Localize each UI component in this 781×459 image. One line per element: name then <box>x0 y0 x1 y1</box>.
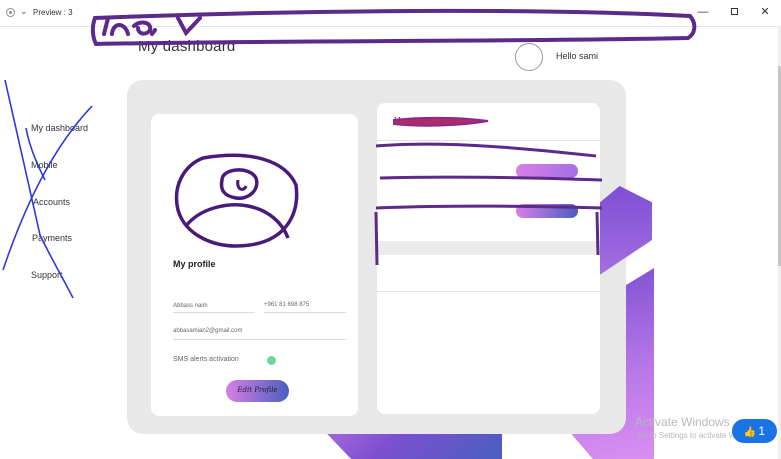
sidebar-item-payments[interactable]: Payments <box>32 233 72 243</box>
sidebar-item-support[interactable]: Support <box>31 270 63 280</box>
services-card <box>377 103 600 414</box>
avatar[interactable] <box>515 43 543 71</box>
field-underline <box>264 312 346 313</box>
thumbs-up-icon: 👍 <box>743 427 757 438</box>
field-underline <box>173 312 255 313</box>
user-greeting: Hello sami <box>556 51 599 61</box>
sidebar-item-accounts[interactable]: Accounts <box>33 197 70 207</box>
like-count: 1 <box>758 424 766 438</box>
window-title: Preview : 3 <box>33 8 73 17</box>
app-icon <box>6 8 15 17</box>
like-button[interactable]: 👍 1 <box>732 419 777 443</box>
services-title: My services <box>394 116 437 125</box>
sidebar-item-dashboard[interactable]: My dashboard <box>31 123 88 133</box>
field-underline <box>173 339 346 340</box>
page-title: My dashboard <box>138 38 236 55</box>
profile-title: My profile <box>173 259 216 269</box>
close-button[interactable]: ✕ <box>756 4 774 20</box>
services-band <box>377 241 600 255</box>
name-field[interactable]: Abbass naim <box>173 303 208 309</box>
maximize-icon <box>730 8 738 15</box>
window-titlebar: ⌄ Preview : 3 — ✕ <box>0 0 781 27</box>
divider <box>377 291 600 292</box>
phone-field[interactable]: +961 81 698 875 <box>264 302 309 308</box>
email-field[interactable]: abbasamian2@gmail.com <box>173 328 242 334</box>
sms-alerts-toggle[interactable] <box>267 356 276 365</box>
service-action-button[interactable] <box>516 204 578 218</box>
divider <box>377 140 600 141</box>
windows-activation-watermark: Activate Windows <box>635 415 730 429</box>
service-action-button[interactable] <box>516 164 578 178</box>
sidebar-item-mobile[interactable]: Mobile <box>31 160 58 170</box>
sms-alerts-label: SMS alerts activation <box>173 356 239 363</box>
maximize-button[interactable] <box>725 4 743 20</box>
edit-profile-button[interactable]: Edit Profile <box>226 380 289 402</box>
minimize-button[interactable]: — <box>694 4 712 20</box>
chevron-down-icon[interactable]: ⌄ <box>20 6 28 17</box>
